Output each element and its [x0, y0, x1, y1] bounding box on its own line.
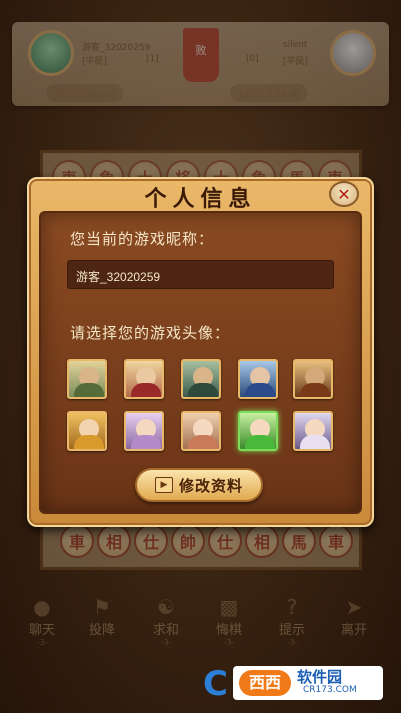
avatar-option[interactable] — [293, 359, 333, 399]
watermark-url: CR173.COM — [303, 685, 357, 695]
watermark-logo-letter: C — [203, 664, 228, 704]
avatar-option[interactable] — [124, 359, 164, 399]
nickname-label: 您当前的游戏昵称： — [70, 230, 215, 248]
avatar-option[interactable] — [181, 359, 221, 399]
watermark-site-name: 软件园 — [297, 668, 343, 686]
avatar-option[interactable] — [181, 411, 221, 451]
close-icon: ✕ — [337, 184, 351, 204]
modify-profile-label: 修改资料 — [178, 476, 243, 495]
close-button[interactable]: ✕ — [329, 181, 359, 207]
play-icon: ▶ — [154, 477, 173, 493]
avatar-label: 请选择您的游戏头像： — [70, 324, 231, 342]
avatar-option[interactable] — [293, 411, 333, 451]
watermark-xixi: 西西 — [239, 670, 291, 696]
avatar-option[interactable] — [67, 359, 107, 399]
avatar-option[interactable] — [67, 411, 107, 451]
dialog-title: 个人信息 — [144, 186, 257, 212]
avatar-option-selected[interactable] — [238, 411, 278, 451]
avatar-option[interactable] — [238, 359, 278, 399]
modify-profile-button[interactable]: ▶ 修改资料 — [135, 468, 263, 502]
nickname-input[interactable]: 游客_32020259 — [67, 260, 334, 289]
avatar-option[interactable] — [124, 411, 164, 451]
site-watermark: C 西西 软件园 CR173.COM — [203, 662, 383, 704]
